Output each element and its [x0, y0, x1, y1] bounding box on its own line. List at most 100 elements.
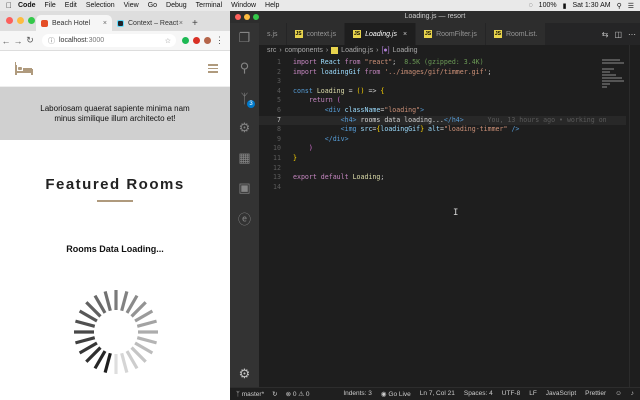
forward-arrow-icon[interactable]: →	[12, 36, 24, 46]
menu-help[interactable]: Help	[265, 2, 279, 9]
minimap[interactable]	[602, 58, 626, 98]
hamburger-menu-icon[interactable]	[208, 62, 218, 75]
feedback-icon[interactable]: ☺	[615, 390, 622, 398]
extension-icon[interactable]	[182, 37, 189, 44]
clock[interactable]: Sat 1:30 AM	[572, 2, 610, 9]
reload-icon[interactable]: ↻	[24, 35, 36, 46]
menu-file[interactable]: File	[45, 2, 56, 9]
breadcrumb-components[interactable]: components	[285, 47, 323, 54]
split-editor-icon[interactable]: ◫	[614, 30, 622, 39]
code-line[interactable]: 10 )	[259, 144, 626, 154]
code-line[interactable]: 2 import loadingGif from '../images/gif/t…	[259, 68, 626, 78]
battery-level[interactable]: 100%	[539, 2, 557, 9]
back-arrow-icon[interactable]: ←	[0, 36, 12, 46]
editor-tab-roomfilter-js[interactable]: JS RoomFilter.js	[416, 23, 486, 45]
editor-scrollbar[interactable]	[629, 45, 640, 388]
code-line[interactable]: 14	[259, 183, 626, 193]
tab-label: RoomFilter.js	[436, 30, 477, 38]
search-icon[interactable]: ⚲	[617, 2, 622, 10]
remote-explorer-icon[interactable]: ▣	[230, 173, 259, 203]
breadcrumb-file[interactable]: Loading.js	[341, 47, 373, 54]
cursor-position[interactable]: Ln 7, Col 21	[420, 390, 455, 398]
editor-tab-loading-js[interactable]: JS Loading.js ×	[345, 23, 417, 45]
close-tab-icon[interactable]: ×	[403, 31, 407, 38]
menu-window[interactable]: Window	[231, 2, 256, 9]
wifi-icon[interactable]: ◌	[529, 2, 533, 9]
code-token: Loading	[316, 86, 345, 95]
code-line[interactable]: 4 const Loading = () => {	[259, 87, 626, 97]
code-token: "react"	[364, 58, 393, 66]
menu-view[interactable]: View	[124, 2, 139, 9]
menu-edit[interactable]: Edit	[65, 2, 77, 9]
zoom-window-icon[interactable]	[253, 14, 259, 20]
encoding-status[interactable]: UTF-8	[502, 390, 520, 398]
zoom-window-icon[interactable]	[28, 17, 35, 24]
code-line[interactable]: 12	[259, 164, 626, 174]
code-line[interactable]: 9 </div>	[259, 135, 626, 145]
go-live-button[interactable]: ◉ Go Live	[381, 390, 411, 398]
eol-status[interactable]: LF	[529, 390, 537, 398]
git-branch[interactable]: ᛉ master*	[236, 391, 264, 398]
breadcrumb-symbol[interactable]: Loading	[393, 47, 418, 54]
close-window-icon[interactable]	[235, 14, 241, 20]
new-tab-button[interactable]: +	[192, 15, 198, 31]
minimize-window-icon[interactable]	[244, 14, 250, 20]
editor-tab-context-js[interactable]: JS context.js	[286, 23, 346, 45]
code-token: className	[344, 105, 381, 114]
code-editor[interactable]: 1 import React from "react"; 8.5K (gzippe…	[259, 58, 626, 192]
minimize-window-icon[interactable]	[17, 17, 24, 24]
code-line[interactable]: 11}	[259, 154, 626, 164]
search-icon[interactable]: ⚲	[230, 53, 259, 83]
notifications-bell-icon[interactable]: ♪	[631, 390, 634, 398]
code-line[interactable]: 7 <h4> rooms data loading... </h4> You, 1…	[259, 115, 626, 126]
menu-selection[interactable]: Selection	[86, 2, 115, 9]
settings-gear-icon[interactable]: ⚙	[230, 362, 259, 386]
editor-tab-s-js[interactable]: s.js	[259, 23, 287, 45]
menu-go[interactable]: Go	[148, 2, 157, 9]
extensions-icon[interactable]: ▦	[230, 143, 259, 173]
apple-icon[interactable]: 	[0, 1, 18, 10]
gitlens-icon[interactable]: ⓔ	[230, 203, 259, 233]
indents-status[interactable]: Indents: 3	[343, 390, 372, 398]
compare-icon[interactable]: ⇆	[602, 30, 609, 39]
code-token: loadingGif	[380, 125, 421, 134]
prettier-status[interactable]: Prettier	[585, 390, 606, 398]
bookmark-star-icon[interactable]: ☆	[165, 37, 171, 45]
browser-tab-context-react[interactable]: Context – React ×	[112, 15, 188, 31]
code-line[interactable]: 5 return (	[259, 96, 626, 106]
breadcrumb-src[interactable]: src	[267, 47, 276, 54]
spaces-status[interactable]: Spaces: 4	[464, 390, 493, 398]
code-line[interactable]: 8 <img src ={loadingGif} alt = "loading-tim…	[259, 125, 626, 135]
info-icon[interactable]: ⓘ	[48, 36, 55, 46]
mac-menubar:  Code File Edit Selection View Go Debug…	[0, 0, 640, 11]
code-line[interactable]: 13 export default Loading;	[259, 173, 626, 183]
menu-code[interactable]: Code	[18, 2, 36, 9]
menu-debug[interactable]: Debug	[166, 2, 187, 9]
close-window-icon[interactable]	[6, 17, 13, 24]
hotel-bed-logo-icon[interactable]	[14, 61, 34, 76]
code-line[interactable]: 1 import React from "react"; 8.5K (gzippe…	[259, 58, 626, 68]
tab-label: context.js	[306, 30, 337, 38]
address-bar[interactable]: ⓘ localhost:3000 ☆	[42, 34, 176, 47]
close-tab-icon[interactable]: ×	[179, 20, 183, 27]
browser-tab-beach-hotel[interactable]: Beach Hotel ×	[36, 15, 112, 31]
close-tab-icon[interactable]: ×	[103, 20, 107, 27]
more-actions-icon[interactable]: ⋯	[628, 30, 636, 39]
profile-avatar[interactable]	[204, 37, 211, 44]
editor-tab-roomlist-js[interactable]: JS RoomList.	[485, 23, 547, 45]
source-control-icon[interactable]: ᛉ3	[230, 83, 259, 113]
menu-terminal[interactable]: Terminal	[196, 2, 222, 9]
debug-bug-icon[interactable]: ⚙	[230, 113, 259, 143]
sync-icon[interactable]: ↻	[272, 390, 277, 398]
code-line[interactable]: 3	[259, 77, 626, 87]
kebab-menu-icon[interactable]: ⋮	[215, 35, 224, 46]
menu-list-icon[interactable]: ☰	[628, 2, 634, 10]
problems-indicator[interactable]: ⊗ 0 ⚠ 0	[286, 390, 310, 398]
battery-icon[interactable]: ▮	[563, 2, 567, 10]
tab-label: s.js	[267, 30, 278, 38]
extension-icon[interactable]	[193, 37, 200, 44]
code-line[interactable]: 6 <div className = "loading" >	[259, 106, 626, 116]
explorer-files-icon[interactable]: ❐	[230, 23, 259, 53]
featured-rooms-section: Featured Rooms	[0, 176, 230, 202]
language-mode[interactable]: JavaScript	[546, 390, 576, 398]
